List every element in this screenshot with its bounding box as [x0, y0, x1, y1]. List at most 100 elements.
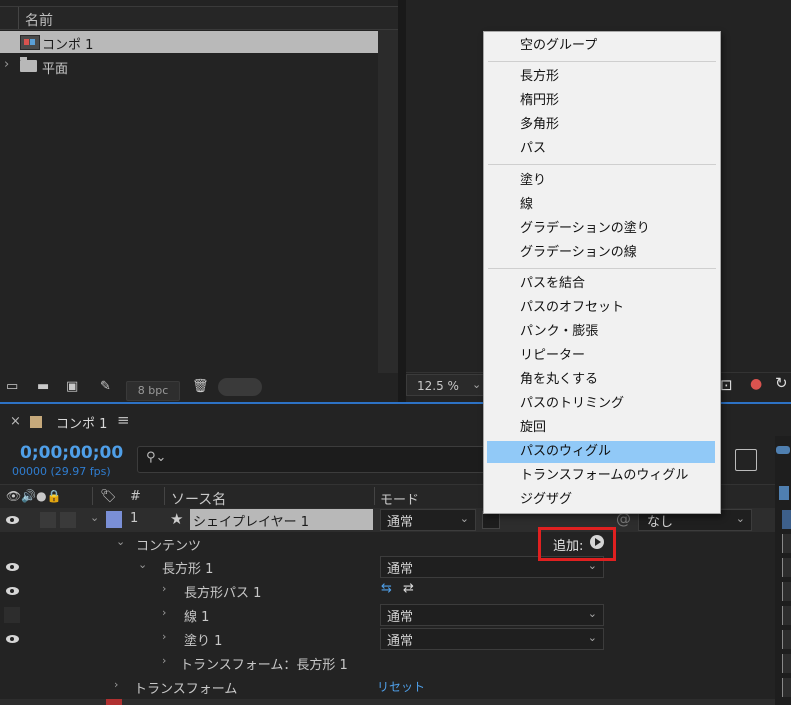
fill-mode-select[interactable]: 通常 ⌄	[380, 628, 604, 650]
menu-item-fill[interactable]: 塗り	[487, 170, 715, 192]
panel-divider[interactable]	[398, 0, 406, 405]
property-track	[782, 558, 791, 577]
visibility-eye-icon[interactable]	[6, 584, 19, 597]
path-direction-reverse-icon[interactable]: ⇄	[403, 581, 414, 596]
chevron-down-icon[interactable]: ⌄	[90, 511, 99, 524]
menu-item-wiggle-transform[interactable]: トランスフォームのウィグル	[487, 465, 715, 487]
playhead-handle[interactable]	[779, 486, 789, 500]
menu-item-path[interactable]: パス	[487, 138, 715, 160]
visibility-off-switch[interactable]	[4, 607, 20, 623]
layer-index: 1	[130, 511, 139, 526]
layer-duration-bar[interactable]	[782, 510, 791, 529]
transform-row[interactable]: › トランスフォーム リセット	[0, 675, 775, 699]
chevron-right-icon[interactable]: ›	[162, 654, 166, 667]
bit-depth-button[interactable]: 8 bpc	[126, 381, 180, 401]
exposure-reset-icon[interactable]: ↻	[775, 374, 788, 392]
menu-item-round-corners[interactable]: 角を丸くする	[487, 369, 715, 391]
column-mode[interactable]: モード	[380, 489, 419, 508]
new-folder-icon[interactable]: ▬	[37, 379, 49, 394]
fill-label: 塗り 1	[184, 634, 223, 649]
column-number: #	[130, 489, 141, 504]
work-area-handle[interactable]	[776, 446, 790, 454]
column-name-label: 名前	[25, 13, 53, 29]
trash-icon[interactable]: 🗑	[192, 379, 209, 394]
menu-item-wiggle-paths[interactable]: パスのウィグル	[487, 441, 715, 463]
chevron-down-icon[interactable]: ⌄	[138, 558, 147, 571]
property-track	[782, 606, 791, 625]
rectangle-path-row[interactable]: › 長方形パス 1 ⇆ ⇄	[0, 579, 775, 603]
contents-label: コンテンツ	[136, 539, 202, 554]
highlight-box	[538, 527, 616, 561]
project-item-label: 平面	[42, 62, 69, 77]
chevron-right-icon[interactable]: ›	[114, 678, 118, 691]
chevron-right-icon[interactable]: ›	[162, 582, 166, 595]
lock-switch[interactable]	[60, 512, 76, 528]
star-icon: ★	[170, 510, 184, 528]
menu-item-gradient-fill[interactable]: グラデーションの塗り	[487, 218, 715, 240]
project-item-label: コンポ 1	[42, 38, 94, 53]
menu-item-trim-paths[interactable]: パスのトリミング	[487, 393, 715, 415]
project-column-header[interactable]: 名前	[0, 6, 398, 30]
stroke-row[interactable]: › 線 1 通常 ⌄	[0, 603, 775, 627]
menu-item-stroke[interactable]: 線	[487, 194, 715, 216]
color-channels-icon[interactable]: ●	[750, 376, 762, 392]
path-direction-icon[interactable]: ⇆	[381, 581, 392, 596]
menu-item-offset-paths[interactable]: パスのオフセット	[487, 297, 715, 319]
current-time-display[interactable]: 0;00;00;00	[20, 443, 123, 463]
layer-search-input[interactable]: ⚲⌄	[137, 446, 499, 473]
menu-item-merge-paths[interactable]: パスを結合	[487, 273, 715, 295]
rectangle-transform-row[interactable]: › トランスフォーム：長方形 1	[0, 651, 775, 675]
chevron-right-icon[interactable]: ›	[4, 57, 9, 72]
visibility-eye-icon[interactable]	[6, 513, 19, 526]
chevron-right-icon[interactable]: ›	[162, 606, 166, 619]
menu-item-ellipse[interactable]: 楕円形	[487, 90, 715, 112]
menu-separator	[488, 61, 716, 62]
chevron-down-icon[interactable]: ⌄	[116, 535, 125, 548]
reset-link[interactable]: リセット	[377, 678, 425, 695]
graph-editor-icon[interactable]	[735, 449, 757, 471]
visibility-eye-icon[interactable]	[6, 632, 19, 645]
visibility-eye-icon[interactable]	[6, 560, 19, 573]
chevron-down-icon: ⌄	[587, 631, 597, 644]
chevron-down-icon: ⌄	[472, 378, 482, 391]
rectangle-group-row[interactable]: ⌄ 長方形 1 通常 ⌄	[0, 555, 775, 579]
layer-label-color	[106, 699, 122, 705]
menu-item-empty-group[interactable]: 空のグループ	[487, 35, 715, 57]
rectangle-transform-label: トランスフォーム：長方形 1	[180, 658, 348, 673]
menu-item-rectangle[interactable]: 長方形	[487, 66, 715, 88]
layer-label-color[interactable]	[106, 511, 122, 528]
layer-row-cut[interactable]	[0, 699, 775, 705]
panel-menu-icon[interactable]: ≡	[117, 411, 130, 429]
feather-icon[interactable]: ✎	[100, 379, 111, 394]
stroke-mode-select[interactable]: 通常 ⌄	[380, 604, 604, 626]
column-source-name[interactable]: ソース名	[171, 489, 226, 509]
layer-name-field[interactable]: シェイプレイヤー 1	[190, 509, 373, 530]
menu-item-pucker-bloat[interactable]: パンク・膨張	[487, 321, 715, 343]
project-item-composition[interactable]: コンポ 1 ⫧	[0, 31, 398, 53]
layer-mode-select[interactable]: 通常 ⌄	[380, 509, 476, 531]
fill-row[interactable]: › 塗り 1 通常 ⌄	[0, 627, 775, 651]
chevron-right-icon[interactable]: ›	[162, 630, 166, 643]
property-track	[782, 534, 791, 553]
close-icon[interactable]: ×	[10, 414, 21, 429]
project-footer: ▭ ▬ ▣ ✎ 🗑	[0, 373, 398, 400]
menu-item-gradient-stroke[interactable]: グラデーションの線	[487, 242, 715, 264]
contents-row[interactable]: ⌄ コンテンツ	[0, 532, 775, 556]
av-features-icons[interactable]: 👁🔊●🔒	[6, 489, 62, 503]
folder-icon	[20, 57, 37, 72]
project-item-folder[interactable]: › 平面	[0, 55, 398, 77]
menu-item-repeater[interactable]: リピーター	[487, 345, 715, 367]
mode-value: 通常	[387, 610, 414, 625]
interpret-footage-icon[interactable]: ▭	[6, 379, 18, 394]
solo-switch[interactable]	[40, 512, 56, 528]
menu-item-polygon[interactable]: 多角形	[487, 114, 715, 136]
new-composition-icon[interactable]: ▣	[66, 379, 78, 394]
label-tag-icon[interactable]: 🏷	[100, 489, 117, 504]
project-pill[interactable]	[218, 378, 262, 396]
project-scrollbar[interactable]	[378, 30, 398, 400]
property-track	[782, 582, 791, 601]
chevron-down-icon: ⌄	[587, 607, 597, 620]
menu-item-zig-zag[interactable]: ジグザグ	[487, 489, 715, 511]
region-of-interest-icon[interactable]: ⊡	[720, 376, 733, 394]
menu-item-twist[interactable]: 旋回	[487, 417, 715, 439]
